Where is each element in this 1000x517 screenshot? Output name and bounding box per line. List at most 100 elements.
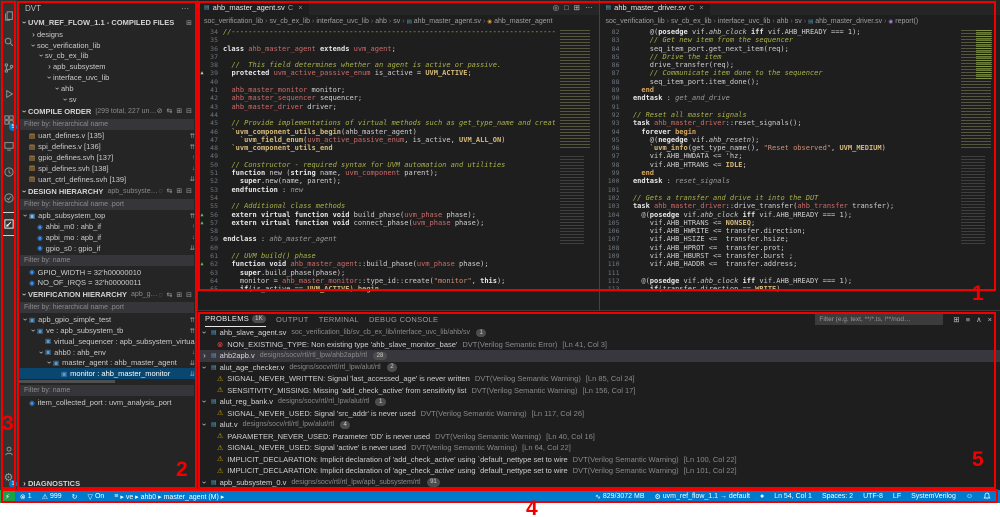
source-control-icon[interactable] (0, 55, 17, 81)
run-trace-icon[interactable] (0, 159, 17, 185)
code-line[interactable]: 102 // Gets a transfer and drive it into… (600, 194, 957, 202)
code-line[interactable]: 54 (198, 194, 555, 202)
problem-row[interactable]: ⚠ IMPLICIT_DECLARATION: Implicit declarat… (197, 454, 1000, 466)
code-area[interactable]: 34//------------------------------------… (198, 28, 599, 310)
minimap[interactable] (958, 28, 1000, 310)
breadcrumb-item[interactable]: ▤ ahb_master_driver.sv (808, 18, 882, 25)
code-line[interactable]: 36 class ahb_master_agent extends uvm_age… (198, 45, 555, 53)
code-line[interactable]: 44 (198, 111, 555, 119)
breadcrumb-item[interactable]: sv_cb_ex_lib (671, 18, 711, 25)
tree-item[interactable]: › apb_subsystem (17, 61, 197, 72)
reorder-icon[interactable]: ⇈ (190, 132, 195, 140)
problem-row[interactable]: ⚠ SIGNAL_NEVER_USED: Signal 'active' is n… (197, 442, 1000, 454)
compile-order-item[interactable]: ▤ uart_ctrl_defines.svh [139] ⇊ (17, 174, 197, 185)
code-line[interactable]: 95 @(negedge vif.ahb_resetn); (600, 136, 957, 144)
problem-row[interactable]: ⊗ NON_EXISTING_TYPE: Non existing type 'a… (197, 339, 1000, 351)
code-line[interactable]: 98 vif.AHB_HTRANS <= IDLE; (600, 161, 957, 169)
status-item[interactable]: UTF-8 (858, 490, 888, 503)
code-line[interactable]: 92 // Reset all master signals (600, 111, 957, 119)
code-line[interactable]: 58 (198, 227, 555, 235)
filter-input[interactable]: Filter by: name (20, 385, 194, 397)
funnel-status-item[interactable]: ▽ On (83, 490, 110, 503)
reorder-icon[interactable]: ⇈ (190, 316, 195, 324)
code-line[interactable]: 105 vif.AHB_HTRANS <= NONSEQ; (600, 219, 957, 227)
code-line[interactable]: 84 seq_item_port.get_next_item(req); (600, 45, 957, 53)
section-actions[interactable]: ◌ ⇆ ⊞ ⊟ (158, 291, 193, 299)
status-item[interactable]: Ln 54, Col 1 (769, 490, 817, 503)
code-line[interactable]: 100 endtask : reset_signals (600, 177, 957, 185)
tree-item[interactable]: › ▣ apb_subsystem_top ⇈ (17, 211, 197, 222)
breadcrumb-item[interactable]: soc_verification_lib (606, 18, 665, 25)
compile-order-item[interactable]: ▤ uart_defines.v [135] ⇈ (17, 131, 197, 142)
problems-filter-input[interactable] (815, 313, 944, 325)
code-line[interactable]: 64 monitor = ahb_master_monitor::type_id… (198, 277, 555, 285)
reorder-icon[interactable]: ↑ (192, 223, 195, 230)
breadcrumb-item[interactable]: ▤ ahb_master_agent.sv (407, 18, 481, 25)
code-line[interactable]: 55 // Additional class methods (198, 202, 555, 210)
panel-action-icon[interactable]: ∧ (976, 315, 982, 324)
tab-ahb_master_agent.sv[interactable]: ▤ ahb_master_agent.sv C × (198, 0, 310, 15)
code-line[interactable]: 43 ahb_master_driver driver; (198, 103, 555, 111)
verify-checks-icon[interactable] (0, 185, 17, 211)
panel-action-icon[interactable]: ≡ (966, 315, 970, 324)
gear-status-item[interactable]: ⚙ uvm_ref_flow_1.1 → default (650, 490, 755, 503)
extensions-icon[interactable]: 5 (0, 107, 17, 133)
explorer-icon[interactable] (0, 3, 17, 29)
settings-icon[interactable]: ⚙ 1 (0, 464, 17, 490)
code-line[interactable]: 40 (198, 78, 555, 86)
problem-file-row[interactable]: › ▤ ahb2apb.v designs/socv/rtl/rtl_lpw/ahb2… (197, 350, 1000, 362)
code-line[interactable]: 106 vif.AHB_HWRITE <= transfer.direction… (600, 227, 957, 235)
code-line[interactable]: 42 ahb_master_sequencer sequencer; (198, 94, 555, 102)
tree-item[interactable]: › designs (17, 29, 197, 40)
tree-item[interactable]: › ▣ apb_gpio_simple_test ⇈ (17, 314, 197, 325)
breadcrumb-item[interactable]: ◉ ahb_master_agent (487, 18, 552, 25)
code-line[interactable]: 104 @(posedge vif.ahb_clock iff vif.AHB_… (600, 211, 957, 219)
reorder-icon[interactable]: ⇈ (190, 327, 195, 335)
dot-status-item[interactable]: ● (755, 490, 769, 503)
status-item[interactable]: Spaces: 2 (817, 490, 858, 503)
problem-row[interactable]: ⚠ IMPLICIT_DECLARATION: Implicit declarat… (197, 465, 1000, 477)
code-line[interactable]: 99 end (600, 169, 957, 177)
code-line[interactable]: 91 (600, 103, 957, 111)
code-line[interactable]: 82 @(posedge vif.ahb_clock iff vif.AHB_H… (600, 28, 957, 36)
reorder-icon[interactable]: ↓ (192, 165, 195, 172)
code-line[interactable]: 83 // Get new item from the sequencer (600, 36, 957, 44)
tree-item[interactable]: ◉ ahbi_m0 : ahb_if ↑ (17, 221, 197, 232)
tab-ahb_master_driver.sv[interactable]: ▤ ahb_master_driver.sv C × (599, 0, 711, 15)
filter-input[interactable]: Filter by: hierarchical name .port (20, 198, 194, 210)
panel-action-icon[interactable]: × (988, 315, 992, 324)
tree-item[interactable]: › ahb (17, 83, 197, 94)
panel-tab-output[interactable]: OUTPUT (276, 311, 309, 327)
compile-order-item[interactable]: ▤ spi_defines.svh [138] ↓ (17, 163, 197, 174)
code-line[interactable]: 65 if(is_active == UVM_ACTIVE) begin (198, 285, 555, 293)
code-line[interactable]: 52 super.new(name, parent); (198, 177, 555, 185)
problem-row[interactable]: ⚠ PARAMETER_NEVER_USED: Parameter 'DD' is… (197, 431, 1000, 443)
more-actions-icon[interactable]: ⋯ (181, 4, 189, 13)
filter-input[interactable]: Filter by: hierarchical name .port (20, 302, 194, 314)
code-line[interactable]: 85 // Drive the item (600, 53, 957, 61)
section-header-verification-hierarchy[interactable]: ›VERIFICATION HIERARCHYapb_gpio_…◌ ⇆ ⊞ ⊟ (17, 288, 197, 301)
code-line[interactable]: 35 (198, 36, 555, 44)
problem-file-row[interactable]: › ▤ alut_age_checker.v designs/socv/rtl/rtl… (197, 362, 1000, 374)
horizontal-scrollbar[interactable] (19, 380, 115, 384)
error-circle-status-item[interactable]: ⊗ 1 (15, 490, 37, 503)
code-line[interactable]: 47 `uvm_field_enum(uvm_active_passive_en… (198, 136, 555, 144)
code-line[interactable]: 111 (600, 269, 957, 277)
warning-status-item[interactable]: ⚠ 999 (37, 490, 67, 503)
problem-file-row[interactable]: › ▤ alut.v designs/socv/rtl/rtl_lpw/alut/rt… (197, 419, 1000, 431)
code-line[interactable]: 94 forever begin (600, 128, 957, 136)
remote-status-item[interactable]: ⚡ (0, 490, 15, 503)
tree-item[interactable]: ◉ apbi_mo : apb_if ↓ (17, 232, 197, 243)
code-line[interactable]: 60 (198, 244, 555, 252)
reorder-icon[interactable]: ↑ (192, 154, 195, 161)
code-line[interactable]: 97 vif.AHB_HWDATA <= 'hz; (600, 152, 957, 160)
breadcrumb-item[interactable]: ahb (777, 18, 789, 25)
breadcrumb-item[interactable]: sv (393, 18, 400, 25)
bell-status-item[interactable] (978, 490, 996, 503)
panel-tab-debug-console[interactable]: DEBUG CONSOLE (369, 311, 438, 327)
editor-actions[interactable]: ◎ □ ⊞ ⋯ (553, 0, 599, 15)
code-line[interactable]: 107 vif.AHB_HSIZE <= transfer.hsize; (600, 235, 957, 243)
accounts-icon[interactable] (0, 438, 17, 464)
code-line[interactable]: 89 end (600, 86, 957, 94)
code-line[interactable]: 101 (600, 186, 957, 194)
